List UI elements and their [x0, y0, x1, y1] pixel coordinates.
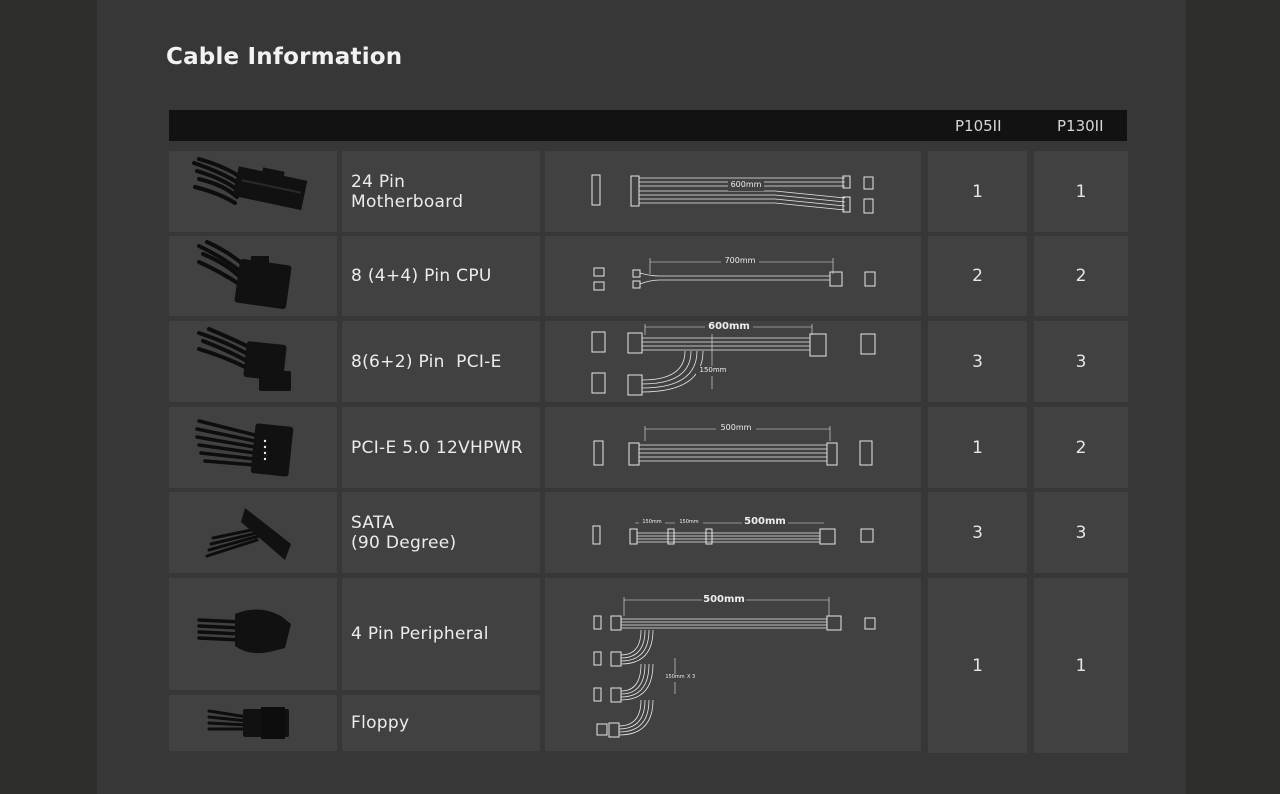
table-row-image — [169, 407, 337, 488]
cable-diagram-24pin: 600mm — [545, 151, 921, 232]
table-row-label: 4 Pin Peripheral — [342, 578, 540, 690]
p130ii-count: 1 — [1034, 151, 1128, 232]
table-row-label: Floppy — [342, 695, 540, 751]
length-label: 600mm — [708, 321, 750, 332]
length-label: 600mm — [730, 180, 762, 189]
p105ii-count: 3 — [928, 492, 1027, 573]
table-row-image — [169, 578, 337, 690]
sub-length-label: 150mm — [642, 519, 662, 525]
label-line: Motherboard — [351, 191, 464, 212]
page-title: Cable Information — [166, 44, 403, 70]
label-line: PCI-E 5.0 12VHPWR — [351, 437, 523, 458]
cable-diagram-sata: 150mm 150mm 500mm — [545, 492, 921, 573]
p130ii-count: 1 — [1034, 578, 1128, 753]
table-row-label: 8(6+2) Pin PCI-E — [342, 321, 540, 402]
cable-floppy-icon — [207, 707, 289, 739]
cable-8pin-cpu-icon — [197, 240, 292, 310]
table-row-image — [169, 151, 337, 232]
cable-12vhpwr-icon — [195, 419, 294, 477]
table-row-label: PCI-E 5.0 12VHPWR — [342, 407, 540, 488]
p105ii-count: 1 — [928, 151, 1027, 232]
p105ii-count: 1 — [928, 578, 1027, 753]
sub-length-label: 150mm — [679, 519, 699, 525]
p130ii-count: 2 — [1034, 407, 1128, 488]
p130ii-count: 3 — [1034, 321, 1128, 402]
column-header-p105ii: P105II — [955, 117, 1002, 135]
cable-diagram-peripheral: 500mm 150mm X 3 — [545, 578, 921, 751]
label-line: 24 Pin — [351, 171, 406, 192]
sub-length-label: 150mm — [699, 366, 727, 374]
length-label: 500mm — [703, 594, 745, 605]
cable-24pin-icon — [192, 157, 308, 211]
table-row-label: 24 Pin Motherboard — [342, 151, 540, 232]
p130ii-count: 3 — [1034, 492, 1128, 573]
length-label: 500mm — [720, 423, 752, 432]
p105ii-count: 2 — [928, 236, 1027, 316]
label-line: 4 Pin Peripheral — [351, 624, 489, 644]
length-label: 500mm — [744, 516, 786, 527]
cable-diagram-pcie: 600mm 150mm — [545, 321, 921, 402]
cable-molex-icon — [197, 609, 291, 654]
label-line: Floppy — [351, 713, 410, 733]
table-row-image — [169, 492, 337, 573]
table-row-label: SATA (90 Degree) — [342, 492, 540, 573]
p130ii-count: 2 — [1034, 236, 1128, 316]
label-line: 8 (4+4) Pin CPU — [351, 266, 492, 286]
label-line: (90 Degree) — [351, 532, 457, 553]
table-row-label: 8 (4+4) Pin CPU — [342, 236, 540, 316]
p105ii-count: 1 — [928, 407, 1027, 488]
label-line: 8(6+2) Pin PCI-E — [351, 351, 502, 372]
p105ii-count: 3 — [928, 321, 1027, 402]
multiplier-label: X 3 — [687, 674, 696, 680]
table-row-image — [169, 321, 337, 402]
sub-length-label: 150mm — [665, 674, 685, 680]
table-row-image — [169, 236, 337, 316]
cable-sata-icon — [205, 508, 291, 560]
label-line: SATA — [351, 512, 395, 533]
column-header-p130ii: P130II — [1057, 117, 1104, 135]
cable-pcie-icon — [197, 327, 291, 391]
cable-diagram-cpu: 700mm — [545, 236, 921, 316]
length-label: 700mm — [724, 256, 756, 265]
table-row-image — [169, 695, 337, 751]
cable-diagram-12vhpwr: 500mm — [545, 407, 921, 488]
